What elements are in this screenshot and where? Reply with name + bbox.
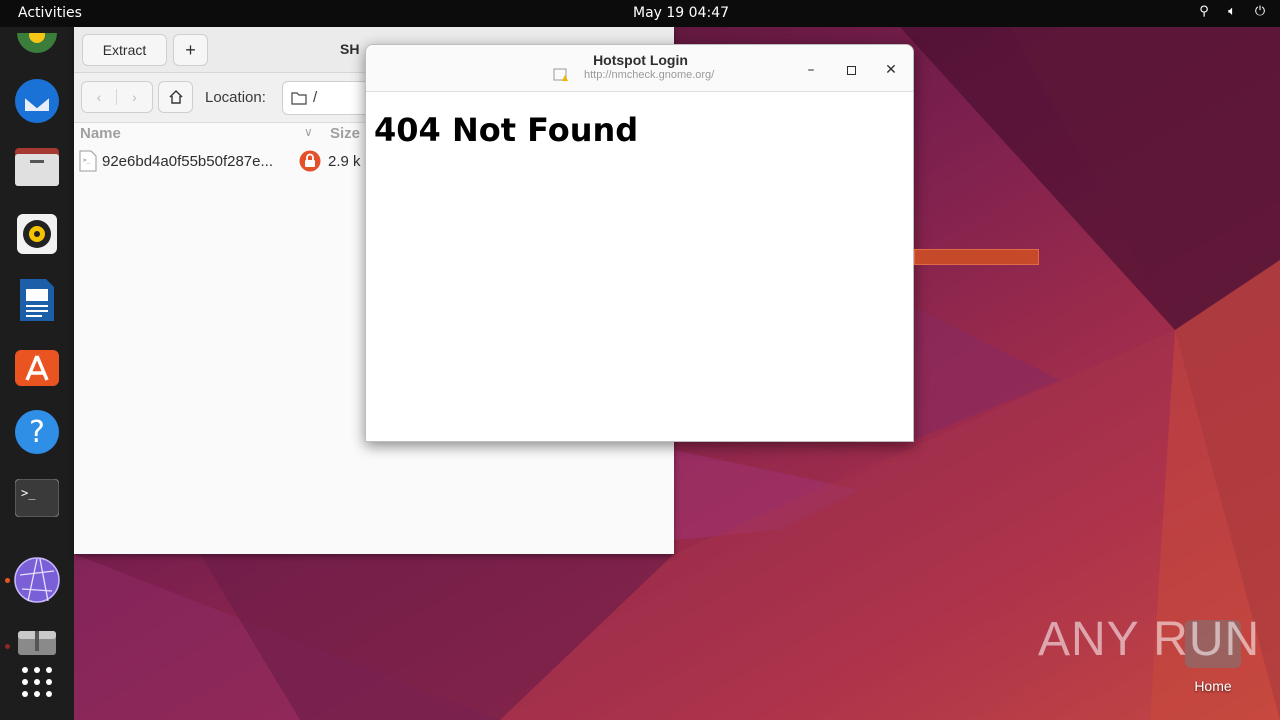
page-url: http://nmcheck.gnome.org/: [584, 69, 715, 81]
script-file-icon: >_: [79, 150, 97, 172]
file-size: 2.9 k: [328, 153, 361, 170]
file-name: 92e6bd4a0f55b50f287e...: [102, 153, 273, 170]
home-icon: [169, 90, 182, 104]
terminal-icon[interactable]: >_: [13, 474, 61, 522]
running-indicator: [5, 644, 10, 649]
app-center-icon[interactable]: [13, 342, 61, 390]
top-bar: Activities May 19 04:47 ⚲ 🔈︎ ⏻: [0, 0, 1280, 27]
folder-icon: [291, 92, 307, 105]
maximize-icon: [846, 65, 856, 75]
window-title: SH: [340, 41, 360, 57]
thunderbird-icon[interactable]: [13, 77, 61, 125]
column-size[interactable]: Size: [330, 125, 360, 142]
files-icon[interactable]: [13, 143, 61, 191]
rhythmbox-icon[interactable]: [13, 210, 61, 258]
home-button[interactable]: [158, 81, 193, 113]
close-icon: ✕: [885, 62, 897, 78]
extract-button[interactable]: Extract: [82, 34, 167, 66]
column-name[interactable]: Name: [80, 125, 121, 142]
window-title: Hotspot Login: [593, 52, 688, 68]
activities-button[interactable]: Activities: [18, 5, 82, 21]
hotspot-login-window: Hotspot Login http://nmcheck.gnome.org/ …: [365, 44, 914, 442]
watermark: ANY RUN: [1038, 613, 1261, 666]
svg-text:>_: >_: [21, 486, 36, 500]
web-browser-icon[interactable]: [13, 556, 61, 604]
clock[interactable]: May 19 04:47: [633, 5, 729, 21]
home-folder-label[interactable]: Home: [1185, 678, 1241, 694]
dock: ? >_: [0, 27, 74, 720]
window-header: Hotspot Login http://nmcheck.gnome.org/ …: [366, 45, 913, 92]
power-icon[interactable]: ⏻: [1252, 4, 1268, 19]
add-button[interactable]: +: [173, 34, 208, 66]
help-icon[interactable]: ?: [13, 408, 61, 456]
chrome-icon[interactable]: [13, 23, 61, 71]
minimize-button[interactable]: –: [799, 58, 823, 82]
desktop-bar: [914, 249, 1039, 265]
location-value: /: [313, 89, 318, 106]
minimize-icon: –: [807, 62, 815, 78]
maximize-button[interactable]: [839, 58, 863, 82]
forward-icon[interactable]: ›: [117, 89, 152, 105]
volume-icon[interactable]: 🔈︎: [1224, 4, 1240, 19]
svg-text:?: ?: [29, 415, 45, 450]
show-apps-icon[interactable]: [13, 658, 61, 706]
lock-icon: [299, 150, 321, 172]
insecure-page-icon: [553, 68, 568, 81]
network-icon[interactable]: ⚲: [1196, 4, 1212, 19]
sort-chevron-icon[interactable]: ∨: [304, 125, 313, 139]
system-tray[interactable]: ⚲ 🔈︎ ⏻: [1196, 4, 1268, 19]
back-icon[interactable]: ‹: [82, 89, 118, 105]
error-heading: 404 Not Found: [374, 111, 639, 149]
location-label: Location:: [205, 89, 266, 106]
nav-buttons: ‹ ›: [81, 81, 153, 113]
svg-text:>_: >_: [83, 157, 91, 164]
close-button[interactable]: ✕: [879, 58, 903, 82]
running-indicator: [5, 578, 10, 583]
libreoffice-writer-icon[interactable]: [13, 276, 61, 324]
